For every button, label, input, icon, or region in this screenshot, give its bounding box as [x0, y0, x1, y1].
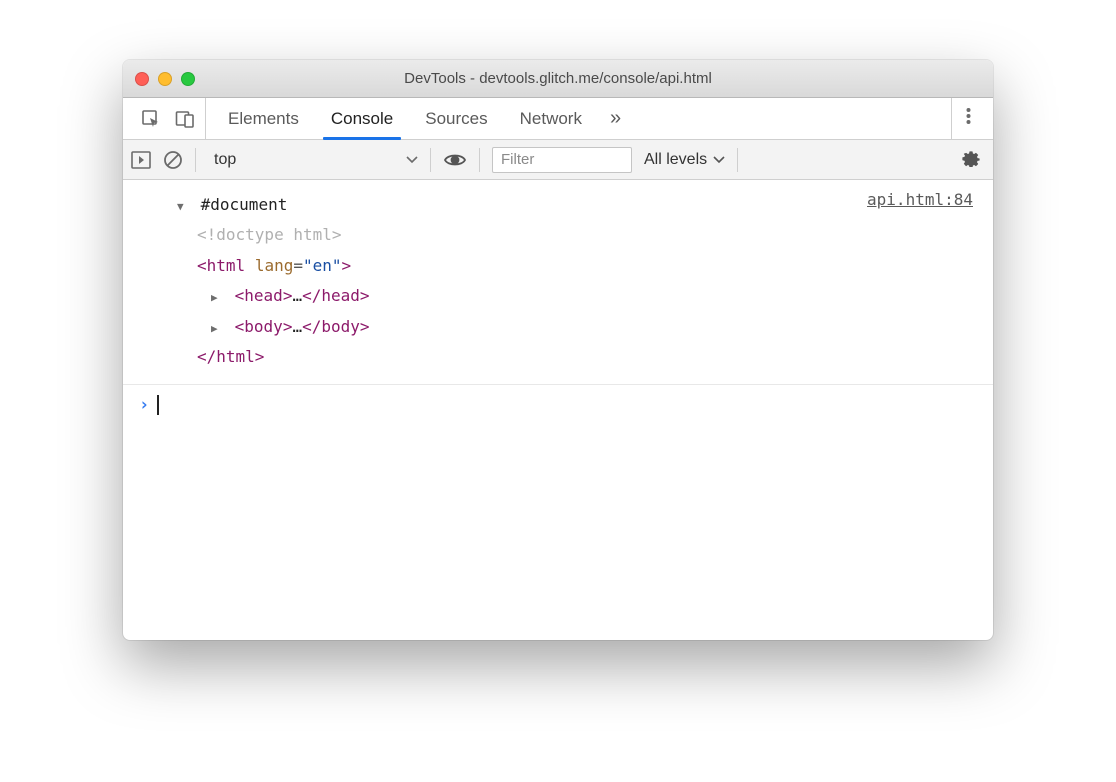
tree-row-doctype[interactable]: <!doctype html>: [177, 220, 973, 250]
devtools-menu-button[interactable]: [951, 98, 985, 139]
tree-row-body[interactable]: <body>…</body>: [177, 312, 973, 342]
traffic-lights: [135, 72, 195, 86]
dom-tree: #document <!doctype html> <html lang="en…: [143, 190, 973, 372]
levels-label: All levels: [644, 151, 707, 169]
disclosure-triangle-right-icon[interactable]: [211, 312, 225, 342]
filter-input[interactable]: [492, 147, 632, 173]
text-cursor: [157, 395, 159, 415]
toolbar-separator: [430, 148, 431, 172]
tab-network[interactable]: Network: [504, 98, 598, 139]
window-title: DevTools - devtools.glitch.me/console/ap…: [123, 70, 993, 87]
tree-row-html-close[interactable]: </html>: [177, 342, 973, 372]
minimize-window-button[interactable]: [158, 72, 172, 86]
tab-elements[interactable]: Elements: [212, 98, 315, 139]
tree-row-document[interactable]: #document: [177, 190, 973, 220]
zoom-window-button[interactable]: [181, 72, 195, 86]
devtools-tabbar: Elements Console Sources Network »: [123, 98, 993, 140]
chevron-right-double-icon: »: [610, 107, 621, 130]
console-toolbar: top All levels: [123, 140, 993, 180]
console-output: api.html:84 #document <!doctype html> <h…: [123, 180, 993, 640]
toggle-console-sidebar-icon[interactable]: [131, 151, 151, 169]
tree-row-head[interactable]: <head>…</head>: [177, 281, 973, 311]
clear-console-icon[interactable]: [163, 150, 183, 170]
tab-label: Sources: [425, 109, 487, 129]
live-expression-icon[interactable]: [443, 152, 467, 168]
close-window-button[interactable]: [135, 72, 149, 86]
gear-icon: [961, 147, 981, 172]
tab-label: Network: [520, 109, 582, 129]
html-close-tag: </html>: [197, 347, 264, 366]
console-settings-button[interactable]: [957, 147, 985, 172]
toggle-device-toolbar-icon[interactable]: [175, 109, 195, 129]
toolbar-separator: [737, 148, 738, 172]
toolbar-separator: [195, 148, 196, 172]
execution-context-selector[interactable]: top: [208, 151, 418, 169]
disclosure-triangle-down-icon[interactable]: [177, 190, 191, 220]
tab-console[interactable]: Console: [315, 98, 409, 139]
console-prompt[interactable]: ›: [123, 385, 993, 425]
disclosure-triangle-right-icon[interactable]: [211, 281, 225, 311]
kebab-menu-icon: [966, 106, 971, 132]
tabs-overflow-button[interactable]: »: [598, 98, 633, 139]
context-label: top: [214, 151, 236, 169]
window-titlebar: DevTools - devtools.glitch.me/console/ap…: [123, 60, 993, 98]
document-node-label: #document: [201, 195, 288, 214]
chevron-down-icon: [406, 151, 418, 169]
log-levels-selector[interactable]: All levels: [644, 151, 725, 169]
tree-row-html-open[interactable]: <html lang="en">: [177, 251, 973, 281]
doctype-text: <!doctype html>: [197, 225, 342, 244]
tab-label: Elements: [228, 109, 299, 129]
toolbar-separator: [479, 148, 480, 172]
devtools-window: DevTools - devtools.glitch.me/console/ap…: [123, 60, 993, 640]
prompt-chevron-icon: ›: [139, 395, 149, 415]
tab-sources[interactable]: Sources: [409, 98, 503, 139]
source-link[interactable]: api.html:84: [867, 190, 973, 209]
chevron-down-icon: [713, 151, 725, 169]
inspect-element-icon[interactable]: [141, 109, 161, 129]
tab-label: Console: [331, 109, 393, 129]
console-log-entry: api.html:84 #document <!doctype html> <h…: [123, 180, 993, 385]
